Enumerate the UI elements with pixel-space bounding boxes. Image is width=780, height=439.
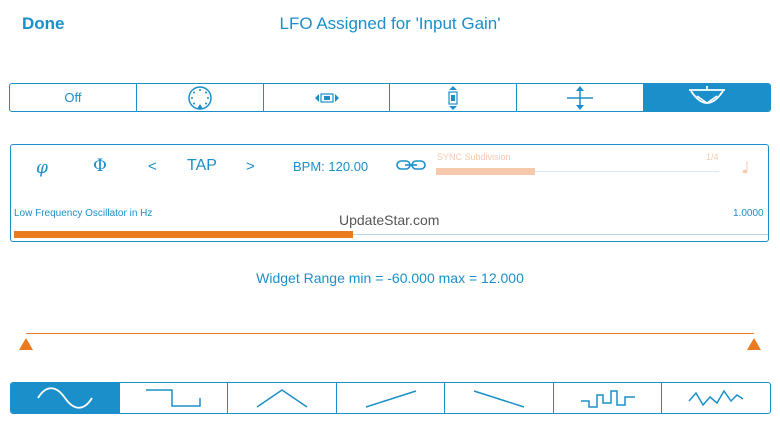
mode-vertical-button[interactable] — [390, 84, 518, 111]
waveform-sine-button[interactable] — [11, 383, 120, 413]
triangle-wave-icon — [256, 389, 308, 408]
widget-range-text: Widget Range min = -60.000 max = 12.000 — [256, 270, 524, 286]
waveform-square-button[interactable] — [120, 383, 229, 413]
mode-pendulum-button[interactable] — [644, 84, 770, 111]
ramp-up-icon — [365, 390, 416, 408]
ramp-down-icon — [473, 390, 525, 408]
triangle-handle-icon — [19, 338, 33, 350]
prev-button[interactable]: < — [148, 158, 157, 175]
link-toggle[interactable] — [396, 158, 426, 177]
vertical-range-icon — [448, 85, 458, 110]
sync-subdivision-label: SYNC Subdivision — [437, 152, 511, 162]
horizontal-range-icon — [314, 92, 339, 103]
bpm-label: BPM: 120.00 — [293, 159, 369, 174]
mode-arrows-button[interactable] — [517, 84, 645, 111]
lfo-frequency-value: 1.0000 — [733, 208, 764, 219]
pendulum-icon — [689, 85, 726, 104]
random-step-icon — [580, 390, 635, 408]
next-button[interactable]: > — [246, 158, 255, 175]
vertical-arrows-icon — [567, 85, 594, 110]
lfo-frequency-fill — [14, 231, 354, 238]
tap-button[interactable]: TAP — [187, 157, 217, 175]
waveform-random-step-button[interactable] — [554, 383, 663, 413]
mode-horizontal-button[interactable] — [264, 84, 391, 111]
sync-slider-fill — [436, 168, 536, 175]
lfo-frequency-label: Low Frequency Oscillator in Hz — [14, 208, 153, 219]
waveform-ramp-up-button[interactable] — [337, 383, 446, 413]
watermark-text: UpdateStar.com — [339, 212, 440, 228]
range-min-handle[interactable] — [19, 337, 33, 355]
square-wave-icon — [146, 389, 202, 407]
waveform-random-smooth-button[interactable] — [662, 383, 770, 413]
sine-wave-icon — [37, 387, 93, 409]
link-icon — [396, 160, 426, 170]
sync-subdivision-value: 1/4 — [706, 152, 719, 162]
triangle-handle-icon — [747, 338, 761, 350]
range-max-handle[interactable] — [747, 337, 761, 355]
range-slider-line — [26, 333, 754, 334]
waveform-ramp-down-button[interactable] — [445, 383, 554, 413]
waveform-selector — [10, 382, 771, 414]
waveform-triangle-button[interactable] — [228, 383, 337, 413]
mode-off-button[interactable]: Off — [10, 84, 137, 111]
page-title: LFO Assigned for 'Input Gain' — [279, 14, 501, 33]
knob-icon — [187, 85, 212, 110]
mode-selector: Off — [9, 83, 771, 112]
phase-reset-button[interactable]: Φ — [93, 156, 107, 176]
mode-knob-button[interactable] — [137, 84, 264, 111]
note-icon — [740, 160, 750, 179]
phase-button[interactable]: φ — [36, 158, 48, 178]
random-smooth-icon — [688, 389, 744, 407]
